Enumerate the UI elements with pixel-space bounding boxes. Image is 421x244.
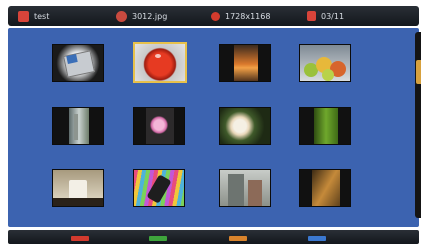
thumbnail-orange[interactable] [219,44,271,82]
top-info-bar: test 3012.jpg 1728x1168 03/11 [8,6,419,26]
vertical-scrollbar[interactable] [415,32,421,218]
resolution-info: 1728x1168 [211,9,270,23]
thumbnail-grid-panel [8,28,421,227]
folder-name: test [34,11,50,21]
folder-info: test [18,9,49,23]
thumbnail-pink-flower[interactable] [133,107,185,145]
thumbnail-city-street[interactable] [219,169,271,207]
resolution-value: 1728x1168 [225,11,271,21]
thumbnail-folder[interactable] [52,44,104,82]
thumbnail-white-rose[interactable] [219,107,271,145]
green-key-icon[interactable] [149,236,167,241]
image-file-icon [116,10,127,22]
thumbnail-building[interactable] [52,107,104,145]
page-count: 03/11 [321,11,345,21]
orange-key-icon[interactable] [229,236,247,241]
thumbnail-tomato[interactable] [133,42,187,83]
thumbnail-green-plant[interactable] [299,107,351,145]
scrollbar-thumb[interactable] [416,60,421,84]
blue-key-icon[interactable] [308,236,326,241]
thumbnail-dark-room[interactable] [299,169,351,207]
thumbnail-fruit-bowl[interactable] [299,44,351,82]
thumbnail-mug[interactable] [52,169,104,207]
page-count-icon [307,11,316,21]
thumbnail-stripes[interactable] [133,169,185,207]
bottom-key-bar [8,230,419,244]
file-info: 3012.jpg [116,9,167,23]
folder-icon [18,10,29,22]
count-info: 03/11 [307,9,344,23]
red-key-icon[interactable] [71,236,89,241]
file-name: 3012.jpg [132,11,168,21]
resolution-icon [211,11,220,21]
